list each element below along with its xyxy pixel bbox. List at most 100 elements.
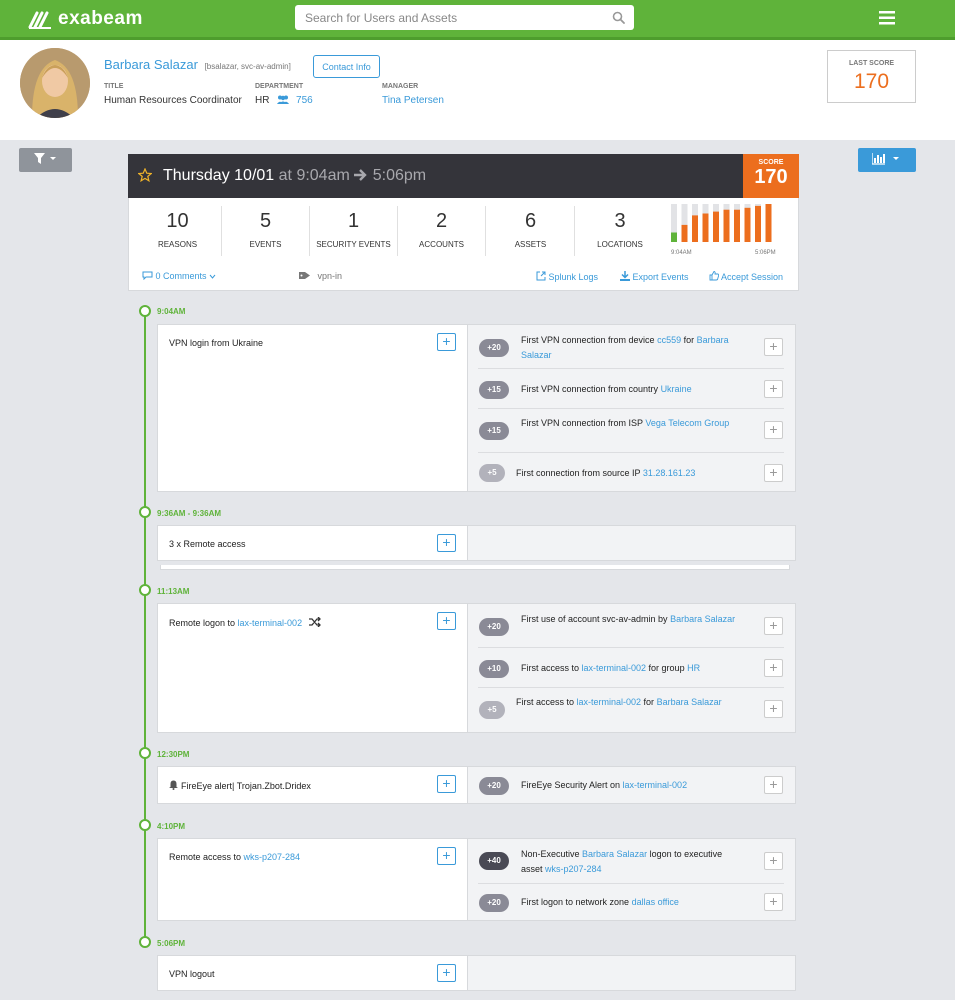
sparkline-bar	[702, 213, 709, 242]
comments-link[interactable]: 0 Comments	[142, 271, 216, 281]
event-card[interactable]: 3 x Remote access +	[157, 525, 468, 561]
department-label: DEPARTMENT	[255, 83, 304, 90]
sparkline-bar	[713, 211, 719, 242]
reason-link[interactable]: Barbara Salazar	[670, 614, 735, 624]
tag-icon	[299, 272, 310, 279]
timeline-dot	[139, 506, 151, 518]
reason-link[interactable]: Vega Telecom Group	[645, 418, 729, 428]
reason-score-badge: +5	[479, 464, 505, 482]
reason-add-button[interactable]: +	[764, 380, 783, 398]
reason-link[interactable]: lax-terminal-002	[623, 780, 688, 790]
comments-count: 0 Comments	[155, 271, 207, 281]
add-to-watchlist-button[interactable]: +	[437, 534, 456, 552]
stat-security-events[interactable]: 1 SECURITY EVENTS	[310, 206, 398, 256]
accept-session-label: Accept Session	[721, 272, 784, 282]
contact-info-button[interactable]: Contact Info	[313, 55, 380, 78]
session-tag[interactable]: vpn-in	[299, 271, 342, 281]
reason-row: +40 Non-Executive Barbara Salazar logon …	[478, 839, 784, 884]
reason-score-badge: +5	[479, 701, 505, 719]
reason-add-button[interactable]: +	[764, 338, 783, 356]
stat-locations[interactable]: 3 LOCATIONS	[576, 206, 664, 256]
department-name: HR	[255, 95, 270, 106]
reason-text: First use of account svc-av-admin by Bar…	[521, 614, 736, 624]
reason-row: +5 First connection from source IP 31.28…	[478, 453, 784, 491]
reason-add-button[interactable]: +	[764, 852, 783, 870]
event-time: 4:10PM	[157, 822, 186, 831]
reason-text: Non-Executive Barbara Salazar logon to e…	[521, 849, 723, 874]
reason-add-button[interactable]: +	[764, 700, 783, 718]
reason-link[interactable]: dallas office	[632, 897, 679, 907]
sparkline-bar	[692, 215, 698, 242]
reason-link[interactable]: lax-terminal-002	[577, 697, 642, 707]
stat-accounts[interactable]: 2 ACCOUNTS	[398, 206, 486, 256]
reasons-panel	[468, 955, 796, 991]
event-title: 3 x Remote access	[169, 539, 246, 549]
timeline-line	[144, 310, 146, 942]
reason-link[interactable]: lax-terminal-002	[582, 663, 647, 673]
session-tag-label: vpn-in	[317, 271, 343, 281]
add-to-watchlist-button[interactable]: +	[437, 612, 456, 630]
reason-add-button[interactable]: +	[764, 776, 783, 794]
chart-view-button[interactable]	[858, 148, 916, 172]
add-to-watchlist-button[interactable]: +	[437, 847, 456, 865]
reason-link[interactable]: HR	[687, 663, 700, 673]
reason-link[interactable]: wks-p207-284	[545, 864, 602, 874]
event-card: Remote logon to lax-terminal-002 +	[157, 603, 468, 733]
top-bar: exabeam	[0, 0, 955, 40]
asset-link[interactable]: wks-p207-284	[244, 852, 301, 862]
reason-link[interactable]: Barbara Salazar	[582, 849, 647, 859]
timeline-dot	[139, 936, 151, 948]
user-profile-header: Barbara Salazar [bsalazar, svc-av-admin]…	[0, 40, 955, 140]
stacked-card-shadow	[160, 565, 790, 570]
session-score-box: SCORE 170	[743, 154, 799, 198]
stat-number: 3	[614, 210, 626, 232]
add-to-watchlist-button[interactable]: +	[437, 333, 456, 351]
reason-link[interactable]: Barbara Salazar	[657, 697, 722, 707]
splunk-logs-link[interactable]: Splunk Logs	[536, 271, 598, 282]
reason-add-button[interactable]: +	[764, 893, 783, 911]
sparkline-bar	[734, 209, 740, 242]
sparkline-bar	[744, 207, 751, 242]
search-input[interactable]	[295, 5, 595, 30]
bell-icon	[169, 780, 178, 790]
asset-link[interactable]: lax-terminal-002	[238, 618, 303, 628]
department-count-link[interactable]: 756	[296, 95, 313, 106]
stat-assets[interactable]: 6 ASSETS	[487, 206, 575, 256]
shuffle-icon	[308, 616, 321, 628]
user-name[interactable]: Barbara Salazar	[104, 57, 198, 72]
stat-label: ACCOUNTS	[419, 240, 464, 249]
reason-text: First VPN connection from ISP Vega Telec…	[521, 418, 730, 428]
filter-button[interactable]	[19, 148, 72, 172]
last-score-value: 170	[853, 70, 890, 93]
export-events-link[interactable]: Export Events	[620, 271, 689, 282]
event-time: 5:06PM	[157, 939, 186, 948]
search-icon[interactable]	[612, 11, 625, 24]
splunk-logs-label: Splunk Logs	[548, 272, 599, 282]
user-title: Human Resources Coordinator	[104, 95, 242, 106]
manager-label: MANAGER	[382, 83, 419, 90]
reason-row: +5 First access to lax-terminal-002 for …	[478, 688, 784, 732]
reason-add-button[interactable]: +	[764, 659, 783, 677]
accept-session-link[interactable]: Accept Session	[709, 271, 783, 282]
sparkline-bar	[723, 209, 730, 242]
reason-link[interactable]: 31.28.161.23	[643, 468, 696, 478]
reason-add-button[interactable]: +	[764, 464, 783, 482]
sparkline-end-label: 5:06PM	[755, 250, 776, 256]
event-time: 12:30PM	[157, 750, 190, 759]
reason-link[interactable]: Ukraine	[661, 384, 692, 394]
reason-link[interactable]: cc559	[657, 335, 681, 345]
reason-add-button[interactable]: +	[764, 421, 783, 439]
stat-label: LOCATIONS	[597, 240, 643, 249]
hamburger-menu-icon[interactable]	[879, 11, 895, 25]
stat-reasons[interactable]: 10 REASONS	[134, 206, 222, 256]
reason-score-badge: +40	[479, 852, 509, 870]
reason-add-button[interactable]: +	[764, 617, 783, 635]
timeline-dot	[139, 584, 151, 596]
app-logo[interactable]: exabeam	[28, 8, 143, 30]
star-icon[interactable]	[138, 168, 152, 182]
stat-events[interactable]: 5 EVENTS	[222, 206, 310, 256]
add-to-watchlist-button[interactable]: +	[437, 775, 456, 793]
add-to-watchlist-button[interactable]: +	[437, 964, 456, 982]
manager-link[interactable]: Tina Petersen	[382, 95, 444, 106]
filter-icon	[33, 152, 56, 164]
